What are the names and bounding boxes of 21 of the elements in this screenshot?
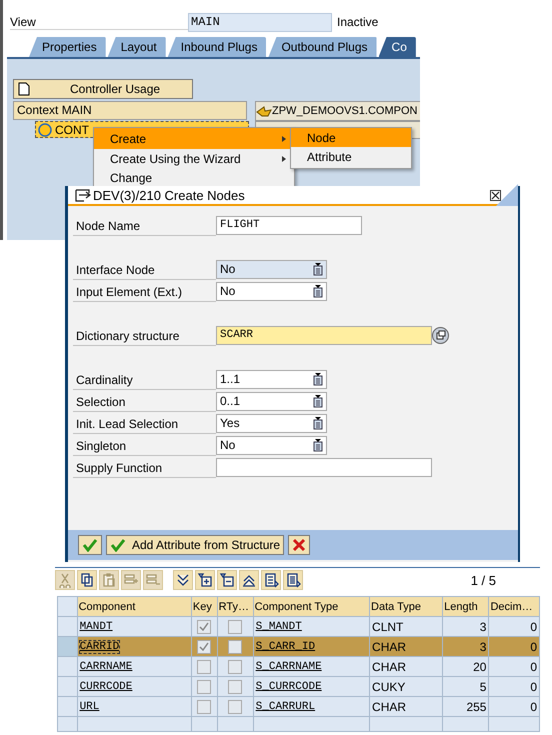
- dialog-title: DEV(3)/210 Create Nodes: [93, 188, 245, 202]
- table-cell: 0: [488, 696, 540, 716]
- table-cell: 0: [488, 656, 540, 676]
- table-cell: 20: [442, 656, 489, 676]
- table-cell: 3: [442, 616, 489, 636]
- table-cell: 255: [442, 696, 489, 716]
- table-cell: 0: [488, 676, 540, 696]
- table-cell: CHAR: [370, 636, 443, 656]
- page-indicator: 1 / 5: [470, 572, 496, 588]
- status-text: Inactive: [337, 15, 378, 29]
- table-cell: CUKY: [370, 676, 443, 696]
- context-header: Context MAIN: [13, 101, 247, 120]
- view-label: View: [10, 14, 188, 30]
- table-cell: 3: [442, 636, 489, 656]
- component-name: ZPW_DEMOOVS1.COMPON: [272, 105, 418, 117]
- table-cell: CLNT: [370, 616, 443, 636]
- table-cell: CHAR: [370, 656, 443, 676]
- table-cell: 0: [488, 636, 540, 656]
- table-cell: 5: [442, 676, 489, 696]
- table-cell: CHAR: [370, 696, 443, 716]
- table-cell: 0: [488, 616, 540, 636]
